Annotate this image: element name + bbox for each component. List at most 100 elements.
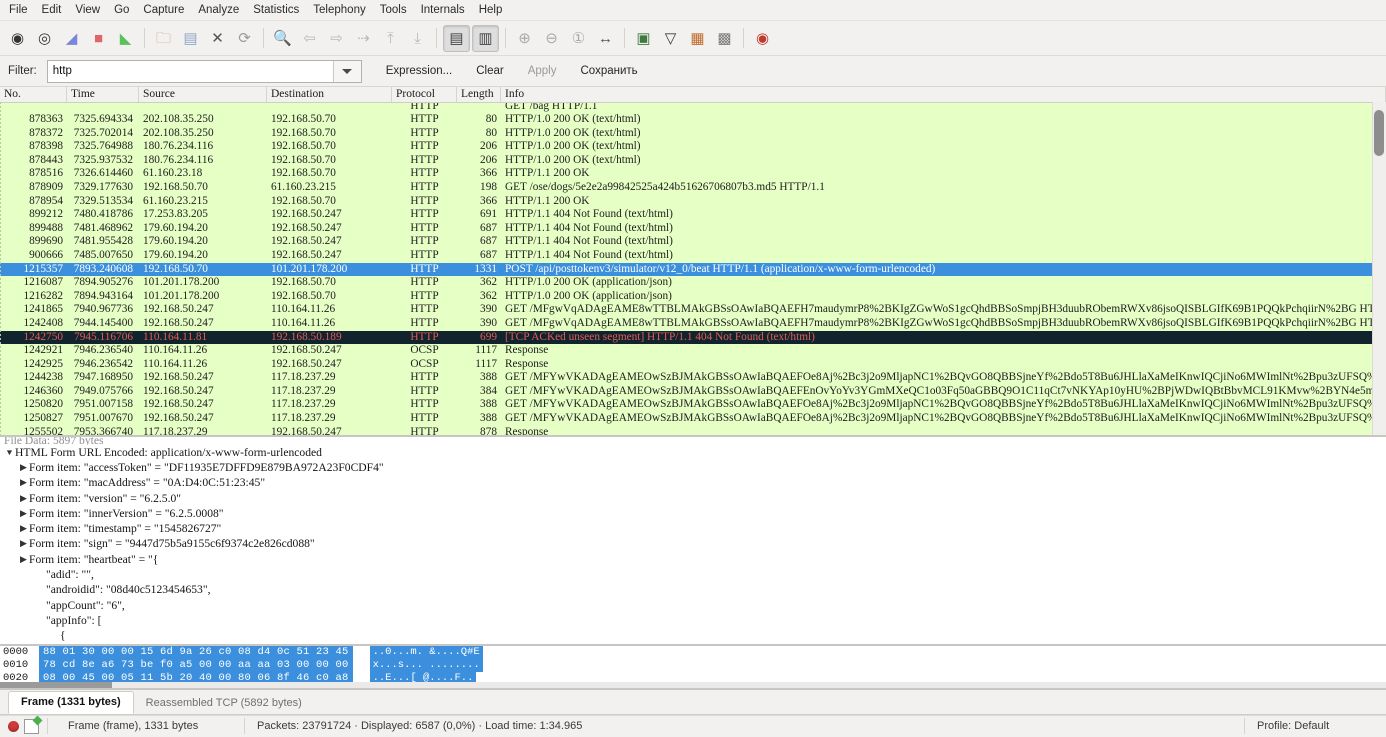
packet-row[interactable]: 9006667485.007650179.60.194.20192.168.50…	[0, 249, 1386, 263]
save-file-icon[interactable]: ▤	[178, 26, 203, 51]
detail-line[interactable]: "appCount": "6",	[0, 598, 1386, 613]
status-icons[interactable]	[0, 719, 47, 734]
menu-item-edit[interactable]: Edit	[35, 1, 69, 19]
packet-row[interactable]: 12418657940.967736192.168.50.247110.164.…	[0, 303, 1386, 317]
close-file-icon[interactable]: ✕	[205, 26, 230, 51]
detail-line[interactable]: ▶Form item: "heartbeat" = "{	[0, 552, 1386, 567]
go-first-packet-icon[interactable]: ⤒	[378, 26, 403, 51]
packet-row[interactable]: 12508207951.007158192.168.50.247117.18.2…	[0, 398, 1386, 412]
packet-row[interactable]: 8783637325.694334202.108.35.250192.168.5…	[0, 113, 1386, 127]
packet-row[interactable]: 12508277951.007670192.168.50.247117.18.2…	[0, 412, 1386, 426]
go-back-icon[interactable]: ⇦	[297, 26, 322, 51]
packet-row[interactable]: 8789097329.177630192.168.50.7061.160.23.…	[0, 181, 1386, 195]
packet-row[interactable]: HTTPGET /bag HTTP/1.1	[0, 103, 1386, 113]
hex-line[interactable]: 001078 cd 8e a6 73 be f0 a5 00 00 aa aa …	[0, 659, 1386, 672]
bytes-tab[interactable]: Reassembled TCP (5892 bytes)	[134, 693, 314, 714]
clear-button[interactable]: Clear	[476, 65, 503, 77]
filter-input[interactable]	[48, 62, 333, 81]
column-header-protocol[interactable]: Protocol	[392, 87, 457, 102]
packet-row[interactable]: 8996907481.955428179.60.194.20192.168.50…	[0, 235, 1386, 249]
column-header-destination[interactable]: Destination	[267, 87, 392, 102]
menu-item-telephony[interactable]: Telephony	[306, 1, 372, 19]
menu-item-go[interactable]: Go	[107, 1, 136, 19]
go-forward-icon[interactable]: ⇨	[324, 26, 349, 51]
restart-capture-icon[interactable]: ◣	[113, 26, 138, 51]
packet-row[interactable]: 12429217946.236540110.164.11.26192.168.5…	[0, 344, 1386, 358]
packet-list-scrollbar[interactable]	[1372, 102, 1386, 435]
display-filters-icon[interactable]: ▽	[658, 26, 683, 51]
column-header-time[interactable]: Time	[67, 87, 139, 102]
bytes-tab[interactable]: Frame (1331 bytes)	[8, 691, 134, 714]
capture-file-properties-icon[interactable]	[24, 719, 39, 734]
packet-list-scroll-thumb[interactable]	[1374, 110, 1384, 156]
open-file-icon[interactable]: 🗀	[151, 26, 176, 51]
packet-row[interactable]: 8994887481.468962179.60.194.20192.168.50…	[0, 222, 1386, 236]
packet-row[interactable]: 12442387947.168950192.168.50.247117.18.2…	[0, 371, 1386, 385]
hex-line[interactable]: 000088 01 30 00 00 15 6d 9a 26 c0 08 d4 …	[0, 646, 1386, 659]
menu-item-file[interactable]: File	[2, 1, 35, 19]
capture-options-icon[interactable]: ◎	[32, 26, 57, 51]
go-to-packet-icon[interactable]: ⇢	[351, 26, 376, 51]
detail-line[interactable]: ▶Form item: "sign" = "9447d75b5a9155c6f9…	[0, 536, 1386, 551]
status-profile[interactable]: Profile: Default	[1244, 718, 1386, 734]
packet-row[interactable]: 8992127480.41878617.253.83.205192.168.50…	[0, 208, 1386, 222]
tree-collapsed-icon[interactable]: ▶	[18, 460, 29, 475]
packet-row[interactable]: 12160877894.905276101.201.178.200192.168…	[0, 276, 1386, 290]
tree-collapsed-icon[interactable]: ▶	[18, 552, 29, 567]
menu-item-view[interactable]: View	[68, 1, 107, 19]
go-last-packet-icon[interactable]: ⤓	[405, 26, 430, 51]
menu-item-statistics[interactable]: Statistics	[246, 1, 306, 19]
menu-item-analyze[interactable]: Analyze	[191, 1, 246, 19]
help-contents-icon[interactable]: ◉	[750, 26, 775, 51]
detail-line[interactable]: ▶Form item: "accessToken" = "DF11935E7DF…	[0, 460, 1386, 475]
auto-scroll-icon[interactable]: ▥	[472, 25, 499, 52]
menu-item-internals[interactable]: Internals	[414, 1, 472, 19]
filter-combo[interactable]	[47, 60, 362, 83]
packet-row[interactable]: 8789547329.51353461.160.23.215192.168.50…	[0, 195, 1386, 209]
packet-row[interactable]: 12555027953.366740117.18.237.29192.168.5…	[0, 426, 1386, 435]
hex-scroll-thumb[interactable]	[0, 682, 112, 688]
detail-line[interactable]: ▶Form item: "innerVersion" = "6.2.5.0008…	[0, 506, 1386, 521]
column-header-length[interactable]: Length	[457, 87, 501, 102]
expert-info-icon[interactable]	[8, 721, 19, 732]
zoom-reset-icon[interactable]: ①	[566, 26, 591, 51]
hex-scrollbar[interactable]	[0, 682, 1386, 688]
detail-line[interactable]: "androidid": "08d40c5123454653",	[0, 582, 1386, 597]
save-filter-button[interactable]: Сохранить	[581, 65, 638, 77]
packet-bytes-pane[interactable]: 000088 01 30 00 00 15 6d 9a 26 c0 08 d4 …	[0, 646, 1386, 690]
packet-list-rows[interactable]: HTTPGET /bag HTTP/1.18783637325.69433420…	[0, 103, 1386, 435]
menu-item-capture[interactable]: Capture	[136, 1, 191, 19]
detail-line[interactable]: File Data: 5897 bytes	[0, 437, 1386, 445]
packet-details-pane[interactable]: File Data: 5897 bytes▼HTML Form URL Enco…	[0, 437, 1386, 646]
packet-row[interactable]: 12162827894.943164101.201.178.200192.168…	[0, 290, 1386, 304]
resize-columns-icon[interactable]: ↔	[593, 26, 618, 51]
start-capture-icon[interactable]: ◢	[59, 26, 84, 51]
stop-capture-icon[interactable]: ■	[86, 26, 111, 51]
capture-filters-icon[interactable]: ▣	[631, 26, 656, 51]
find-packet-icon[interactable]: 🔍	[270, 26, 295, 51]
tree-collapsed-icon[interactable]: ▶	[18, 491, 29, 506]
colorize-packets-icon[interactable]: ▤	[443, 25, 470, 52]
detail-line[interactable]: "appInfo": [	[0, 613, 1386, 628]
tree-collapsed-icon[interactable]: ▶	[18, 536, 29, 551]
packet-row[interactable]: 12153577893.240608192.168.50.70101.201.1…	[0, 263, 1386, 277]
detail-line[interactable]: ▶Form item: "timestamp" = "1545826727"	[0, 521, 1386, 536]
packet-row[interactable]: 8783987325.764988180.76.234.116192.168.5…	[0, 140, 1386, 154]
detail-line[interactable]: {	[0, 628, 1386, 643]
detail-line[interactable]: ▼HTML Form URL Encoded: application/x-ww…	[0, 445, 1386, 460]
expression-button[interactable]: Expression...	[386, 65, 452, 77]
interfaces-icon[interactable]: ◉	[5, 26, 30, 51]
column-header-source[interactable]: Source	[139, 87, 267, 102]
detail-line[interactable]: ▶Form item: "version" = "6.2.5.0"	[0, 491, 1386, 506]
tree-collapsed-icon[interactable]: ▶	[18, 521, 29, 536]
detail-line[interactable]: "adid": "",	[0, 567, 1386, 582]
packet-row[interactable]: 12424087944.145400192.168.50.247110.164.…	[0, 317, 1386, 331]
column-header-info[interactable]: Info	[501, 87, 1386, 102]
packet-row[interactable]: 12429257946.236542110.164.11.26192.168.5…	[0, 358, 1386, 372]
tree-collapsed-icon[interactable]: ▶	[18, 475, 29, 490]
packet-row[interactable]: 12427507945.116706110.164.11.81192.168.5…	[0, 331, 1386, 345]
column-header-no[interactable]: No.	[0, 87, 67, 102]
filter-dropdown-button[interactable]	[333, 61, 361, 82]
zoom-out-icon[interactable]: ⊖	[539, 26, 564, 51]
tree-collapsed-icon[interactable]: ▶	[18, 506, 29, 521]
